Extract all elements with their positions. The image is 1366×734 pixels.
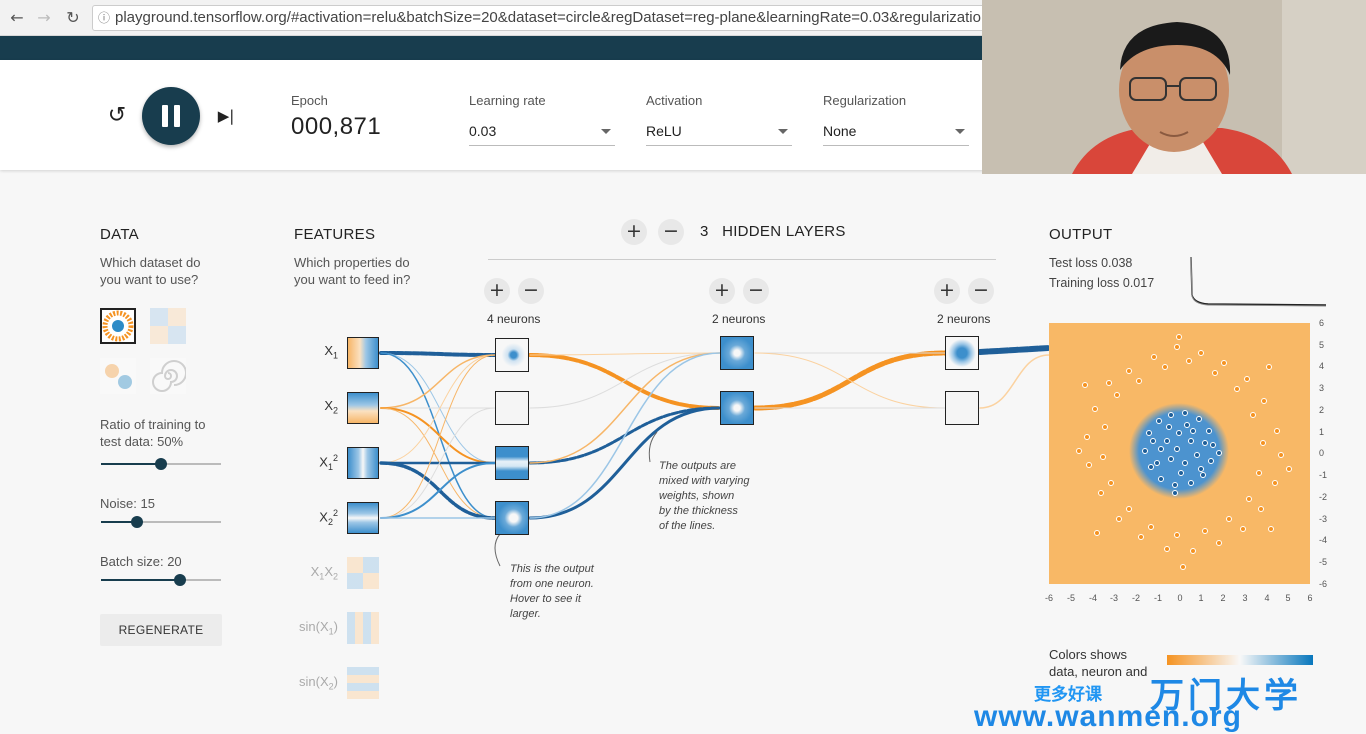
training-loss: Training loss 0.017 [1049,276,1155,290]
x-tick: -3 [1109,593,1118,603]
loss-curve [1190,256,1327,307]
output-title: OUTPUT [1049,226,1113,243]
y-tick: -1 [1319,470,1328,480]
y-tick: 0 [1319,448,1325,458]
add-layer-button[interactable]: + [621,219,647,245]
x-tick: 5 [1285,593,1291,603]
neuron[interactable] [495,391,529,425]
remove-neuron-button[interactable]: − [743,278,769,304]
y-tick: -6 [1319,579,1328,589]
layer3-neuron-count: 2 neurons [937,312,991,326]
output-heatmap[interactable] [1049,323,1310,584]
y-tick: -2 [1319,492,1328,502]
remove-layer-button[interactable]: − [658,219,684,245]
y-tick: -3 [1319,514,1328,524]
x-tick: -1 [1153,593,1162,603]
layer2-neuron-count: 2 neurons [712,312,766,326]
hidden-layers-label: 3 HIDDEN LAYERS [700,223,846,240]
y-tick: 6 [1319,318,1325,328]
neuron[interactable] [720,336,754,370]
neuron[interactable] [495,446,529,480]
add-neuron-button[interactable]: + [484,278,510,304]
x-tick: -5 [1066,593,1075,603]
remove-neuron-button[interactable]: − [518,278,544,304]
layers-bracket [488,259,996,260]
add-neuron-button[interactable]: + [709,278,735,304]
x-tick: 3 [1242,593,1248,603]
y-tick: 3 [1319,383,1325,393]
watermark-url: www.wanmen.org [974,700,1242,733]
remove-neuron-button[interactable]: − [968,278,994,304]
neuron[interactable] [945,336,979,370]
color-legend-text: Colors shows data, neuron and [1049,647,1148,679]
y-tick: -5 [1319,557,1328,567]
x-tick: 6 [1307,593,1313,603]
add-neuron-button[interactable]: + [934,278,960,304]
neuron[interactable] [495,338,529,372]
x-tick: 1 [1198,593,1204,603]
y-tick: 2 [1319,405,1325,415]
x-tick: 2 [1220,593,1226,603]
y-tick: 1 [1319,427,1325,437]
neuron-callout: This is the output from one neuron. Hove… [510,563,594,620]
neuron[interactable] [720,391,754,425]
color-legend-bar [1167,655,1313,665]
test-loss: Test loss 0.038 [1049,256,1133,270]
neuron[interactable] [495,501,529,535]
x-tick: 4 [1264,593,1270,603]
neuron[interactable] [945,391,979,425]
layer1-neuron-count: 4 neurons [487,312,541,326]
x-tick: 0 [1177,593,1183,603]
x-tick: -2 [1131,593,1140,603]
x-tick: -4 [1088,593,1097,603]
y-tick: 4 [1319,361,1325,371]
y-tick: 5 [1319,340,1325,350]
y-tick: -4 [1319,535,1328,545]
weights-callout: The outputs are mixed with varying weigh… [659,460,750,532]
x-tick: -6 [1044,593,1053,603]
